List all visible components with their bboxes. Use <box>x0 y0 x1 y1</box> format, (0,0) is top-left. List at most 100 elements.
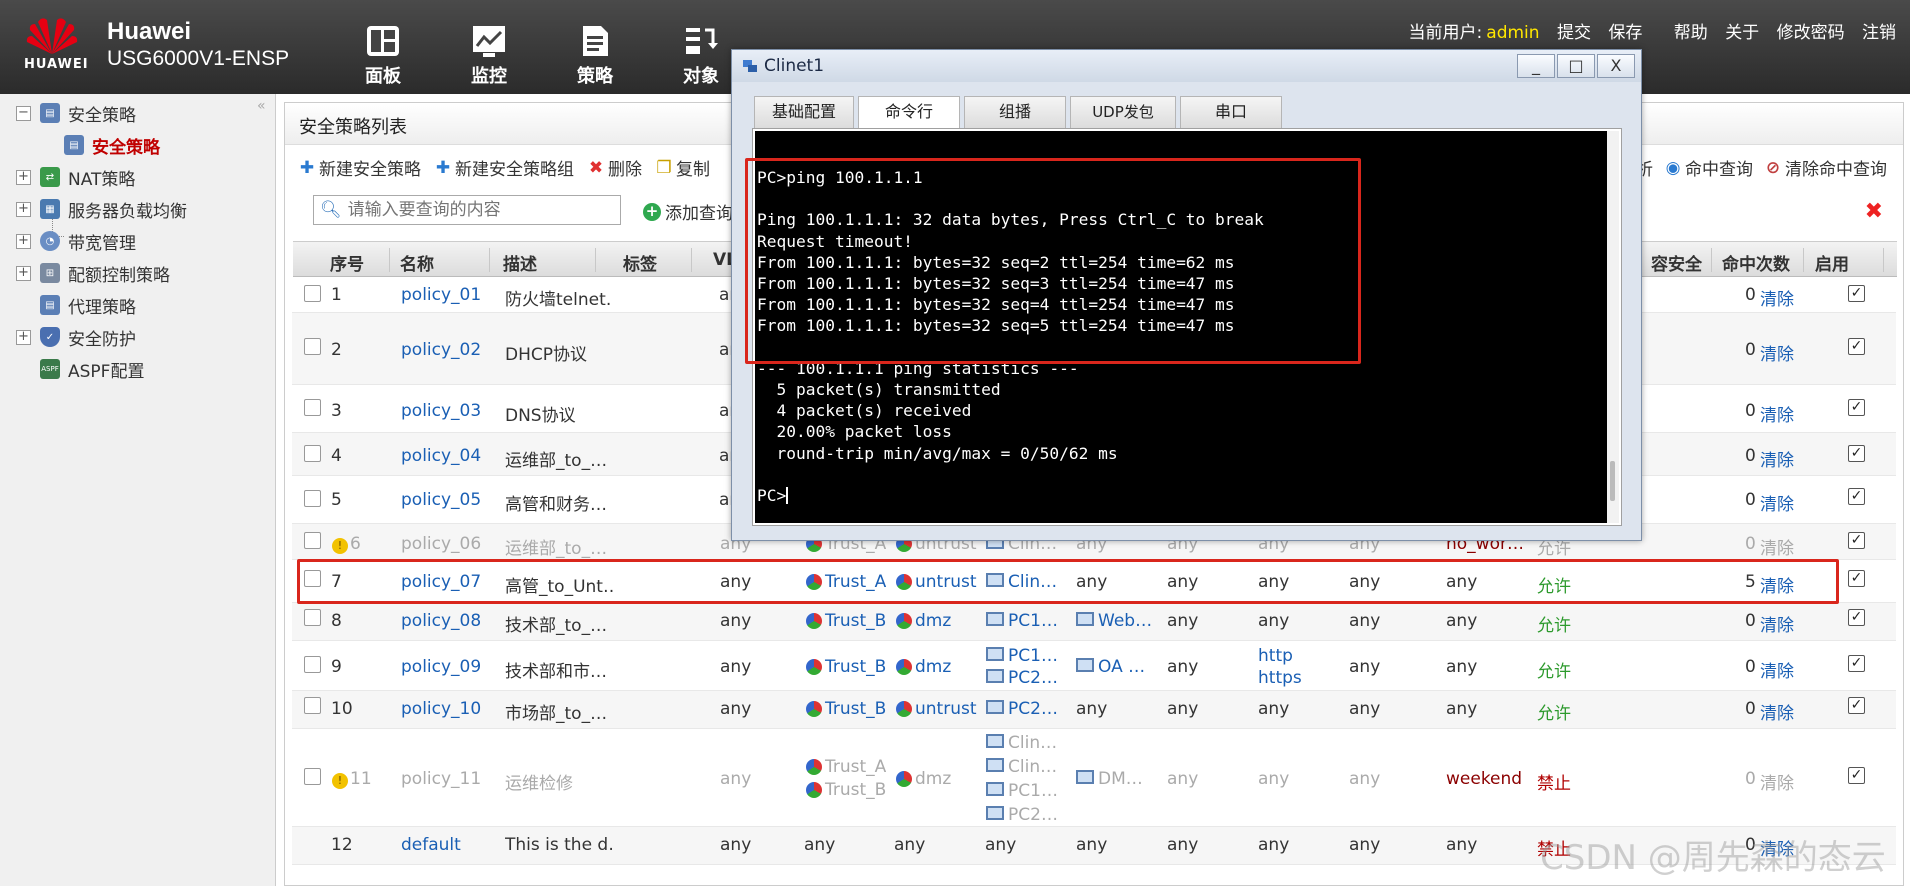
maximize-button[interactable]: □ <box>1557 54 1595 78</box>
collapse-sidebar-icon[interactable]: « <box>257 98 266 114</box>
expand-icon[interactable]: + <box>16 201 31 217</box>
row-clear-link[interactable]: 清除 <box>1760 572 1794 597</box>
row-enable-checkbox[interactable]: ✓ <box>1848 338 1865 355</box>
expand-icon[interactable]: + <box>16 233 31 249</box>
sidebar-item-security-policy-group[interactable]: − ▤ 安全策略 <box>16 100 136 126</box>
row-enable-checkbox[interactable]: ✓ <box>1848 445 1865 462</box>
row-name-link[interactable]: policy_04 <box>401 446 481 466</box>
table-row[interactable]: 10 policy_10 市场部_to_… any Trust_B untrus… <box>292 691 1896 729</box>
help-link[interactable]: 帮助 <box>1674 23 1708 43</box>
row-name-link[interactable]: policy_02 <box>401 340 481 360</box>
row-name-link[interactable]: policy_05 <box>401 490 481 510</box>
col-tag[interactable]: 标签 <box>623 250 657 275</box>
row-checkbox[interactable] <box>304 338 321 355</box>
delete-button[interactable]: ✖ 删除 <box>588 155 642 180</box>
collapse-icon[interactable]: − <box>16 105 31 121</box>
nav-dashboard[interactable]: 面板 <box>330 24 436 88</box>
col-desc[interactable]: 描述 <box>503 250 537 275</box>
col-enable[interactable]: 启用 <box>1815 250 1849 275</box>
tab-basic-config[interactable]: 基础配置 <box>754 96 854 128</box>
col-name[interactable]: 名称 <box>400 250 434 275</box>
row-checkbox[interactable] <box>304 399 321 416</box>
row-checkbox[interactable] <box>304 609 321 626</box>
tab-udp-tool[interactable]: UDP发包工具 <box>1070 96 1176 151</box>
sidebar-item-quota[interactable]: + ⊞ 配额控制策略 <box>16 260 170 286</box>
copy-button[interactable]: ❐ 复制 <box>656 155 710 180</box>
row-checkbox[interactable] <box>304 570 321 587</box>
hit-query-button[interactable]: ◉ 命中查询 <box>1665 155 1753 180</box>
table-row[interactable]: ! 11 policy_11 运维检修 any Trust_A Trust_B d… <box>292 729 1896 827</box>
row-name-link[interactable]: policy_01 <box>401 285 481 305</box>
sidebar-item-bandwidth[interactable]: + ◔ 带宽管理 <box>16 228 136 254</box>
terminal-output[interactable]: PC>ping 100.1.1.1 Ping 100.1.1.1: 32 dat… <box>755 131 1607 523</box>
close-search-icon[interactable]: ✖ <box>1865 199 1883 224</box>
logout-link[interactable]: 注销 <box>1862 23 1896 43</box>
row-enable-checkbox[interactable]: ✓ <box>1848 655 1865 672</box>
nav-policy[interactable]: 策略 <box>542 24 648 88</box>
tab-serial[interactable]: 串口 <box>1180 96 1282 128</box>
nav-monitor[interactable]: 监控 <box>436 24 542 88</box>
search-field[interactable]: 🔍︎ <box>313 195 621 225</box>
sidebar-item-aspf[interactable]: ASPF ASPF配置 <box>40 356 144 382</box>
row-name-link[interactable]: policy_07 <box>401 572 481 592</box>
row-name-link[interactable]: policy_08 <box>401 611 481 631</box>
terminal-scrollbar[interactable] <box>1607 131 1619 523</box>
row-name-link[interactable]: policy_03 <box>401 401 481 421</box>
row-name-link[interactable]: policy_10 <box>401 699 481 719</box>
row-clear-link[interactable]: 清除 <box>1760 446 1794 471</box>
close-button[interactable]: X <box>1597 54 1635 78</box>
add-query-button[interactable]: + 添加查询 <box>643 199 733 224</box>
row-checkbox[interactable] <box>304 697 321 714</box>
terminal-prompt-line[interactable]: PC> <box>757 485 1607 506</box>
row-name-link[interactable]: policy_06 <box>401 534 481 554</box>
save-link[interactable]: 保存 <box>1608 23 1642 43</box>
row-checkbox[interactable] <box>304 656 321 673</box>
row-clear-link[interactable]: 清除 <box>1760 285 1794 310</box>
col-content-security[interactable]: 容安全 <box>1651 250 1702 275</box>
client-window-titlebar[interactable]: Clinet1 _ □ X <box>732 50 1641 82</box>
row-clear-link[interactable]: 清除 <box>1760 534 1794 559</box>
col-seq[interactable]: 序号 <box>330 250 364 275</box>
submit-link[interactable]: 提交 <box>1557 23 1591 43</box>
row-clear-link[interactable]: 清除 <box>1760 657 1794 682</box>
table-row[interactable]: 9 policy_09 技术部和市… any Trust_B dmz PC1… … <box>292 641 1896 691</box>
row-checkbox[interactable] <box>304 490 321 507</box>
row-checkbox[interactable] <box>304 532 321 549</box>
expand-icon[interactable]: + <box>16 265 31 281</box>
row-clear-link[interactable]: 清除 <box>1760 340 1794 365</box>
sidebar-item-proxy[interactable]: ▤ 代理策略 <box>40 292 136 318</box>
row-clear-link[interactable]: 清除 <box>1760 699 1794 724</box>
row-enable-checkbox[interactable]: ✓ <box>1848 488 1865 505</box>
row-enable-checkbox[interactable]: ✓ <box>1848 532 1865 549</box>
row-name-link[interactable]: policy_09 <box>401 657 481 677</box>
tab-multicast[interactable]: 组播 <box>964 96 1066 128</box>
sidebar-item-slb[interactable]: + ▦ 服务器负载均衡 <box>16 196 187 222</box>
row-name-link[interactable]: default <box>401 835 461 855</box>
expand-icon[interactable]: + <box>16 169 31 185</box>
row-enable-checkbox[interactable]: ✓ <box>1848 697 1865 714</box>
row-checkbox[interactable] <box>304 445 321 462</box>
about-link[interactable]: 关于 <box>1725 23 1759 43</box>
row-clear-link[interactable]: 清除 <box>1760 401 1794 426</box>
minimize-button[interactable]: _ <box>1517 54 1555 78</box>
row-clear-link[interactable]: 清除 <box>1760 611 1794 636</box>
table-row[interactable]: 8 policy_08 技术部_to_… any Trust_B dmz PC1… <box>292 603 1896 641</box>
tab-command-line[interactable]: 命令行 <box>858 96 960 128</box>
row-enable-checkbox[interactable]: ✓ <box>1848 399 1865 416</box>
row-enable-checkbox[interactable]: ✓ <box>1848 285 1865 302</box>
sidebar-item-protection[interactable]: + ✓ 安全防护 <box>16 324 136 350</box>
row-clear-link[interactable]: 清除 <box>1760 769 1794 794</box>
table-row[interactable]: 7 policy_07 高管_to_Unt… any Trust_A untru… <box>292 560 1896 603</box>
change-password-link[interactable]: 修改密码 <box>1777 23 1845 43</box>
client-window[interactable]: Clinet1 _ □ X 基础配置 命令行 组播 UDP发包工具 串口 PC>… <box>731 49 1642 541</box>
search-input[interactable] <box>347 200 608 220</box>
expand-icon[interactable]: + <box>16 329 31 345</box>
col-hits[interactable]: 命中次数 <box>1722 250 1790 275</box>
new-policy-group-button[interactable]: ✚ 新建安全策略组 <box>435 155 574 180</box>
scrollbar-thumb[interactable] <box>1610 461 1615 501</box>
row-checkbox[interactable] <box>304 768 321 785</box>
clear-hits-button[interactable]: ⊘ 清除命中查询 <box>1765 155 1887 180</box>
row-clear-link[interactable]: 清除 <box>1760 490 1794 515</box>
row-enable-checkbox[interactable]: ✓ <box>1848 767 1865 784</box>
row-name-link[interactable]: policy_11 <box>401 769 481 789</box>
